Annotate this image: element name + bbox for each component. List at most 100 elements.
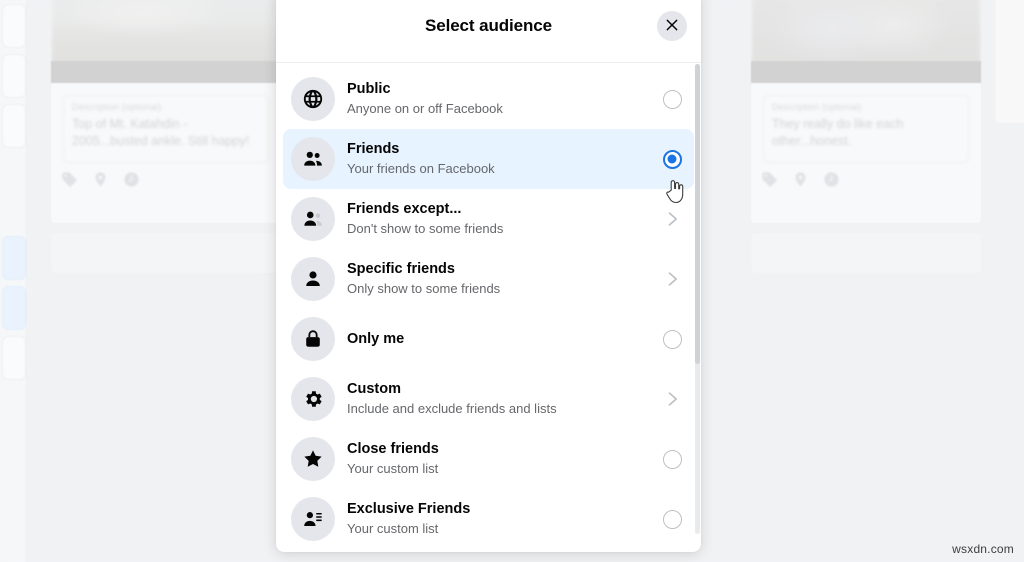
audience-option-public[interactable]: Public Anyone on or off Facebook — [283, 69, 694, 129]
photo-footer-bar — [751, 61, 981, 83]
option-control[interactable] — [658, 209, 686, 229]
option-subtitle: Anyone on or off Facebook — [347, 101, 503, 116]
audience-option-friends-except[interactable]: Friends except... Don't show to some fri… — [283, 189, 694, 249]
option-title: Close friends — [347, 441, 439, 457]
rail-item-1 — [2, 4, 26, 48]
photo-footer-bar — [51, 61, 281, 83]
rail-item-4 — [2, 236, 26, 280]
scrollbar-thumb[interactable] — [695, 64, 700, 364]
clock-icon — [123, 171, 140, 188]
globe-icon — [302, 88, 324, 110]
rail-item-6 — [2, 336, 26, 380]
page-title: Select audience — [424, 16, 552, 35]
option-subtitle: Your custom list — [347, 521, 439, 536]
audience-options-list[interactable]: Public Anyone on or off Facebook Friends… — [276, 63, 701, 552]
lock-icon — [302, 328, 324, 350]
dialog-scrollbar[interactable] — [695, 64, 700, 534]
description-box: Description (optional) Top of Mt. Katahd… — [63, 95, 269, 163]
background-card-left: Description (optional) Top of Mt. Katahd… — [50, 0, 282, 224]
description-text: Top of Mt. Katahdin - 2005...busted ankl… — [72, 117, 250, 148]
option-icon-wrap — [291, 77, 335, 121]
option-control[interactable] — [658, 509, 686, 529]
card-icon-row — [761, 171, 840, 188]
close-button[interactable] — [657, 11, 687, 41]
option-text: Close friends Your custom list — [347, 440, 658, 478]
audience-option-custom[interactable]: Custom Include and exclude friends and l… — [283, 369, 694, 429]
tag-icon — [61, 171, 78, 188]
chevron-right-icon — [662, 389, 682, 409]
person-minus-icon — [302, 208, 324, 230]
audience-option-exclusive-friends[interactable]: Exclusive Friends Your custom list — [283, 489, 694, 549]
location-pin-icon — [92, 171, 109, 188]
option-text: Custom Include and exclude friends and l… — [347, 380, 658, 418]
background-card-far-right — [994, 0, 1024, 124]
person-list-icon — [302, 508, 324, 530]
option-control[interactable] — [658, 89, 686, 109]
background-left-rail — [0, 0, 27, 562]
clock-icon — [823, 171, 840, 188]
option-title: Exclusive Friends — [347, 501, 471, 517]
card-icon-row — [61, 171, 140, 188]
audience-option-specific-friends[interactable]: Specific friends Only show to some frien… — [283, 249, 694, 309]
option-icon-wrap — [291, 317, 335, 361]
option-title: Specific friends — [347, 261, 455, 277]
option-title: Friends — [347, 141, 400, 157]
radio-public[interactable] — [662, 89, 682, 109]
option-subtitle: Don't show to some friends — [347, 221, 504, 236]
option-icon-wrap — [291, 257, 335, 301]
option-text: Friends except... Don't show to some fri… — [347, 200, 658, 238]
option-icon-wrap — [291, 197, 335, 241]
option-icon-wrap — [291, 137, 335, 181]
dialog-header: Select audience — [276, 0, 701, 63]
option-subtitle: Your custom list — [347, 461, 439, 476]
audience-option-only-me[interactable]: Only me — [283, 309, 694, 369]
watermark: wsxdn.com — [952, 542, 1014, 556]
option-text: Friends Your friends on Facebook — [347, 140, 658, 178]
chevron-right-icon — [662, 269, 682, 289]
background-panel-lower-right — [750, 232, 982, 274]
option-icon-wrap — [291, 497, 335, 541]
radio-exclusive-friends[interactable] — [662, 509, 682, 529]
audience-option-close-friends[interactable]: Close friends Your custom list — [283, 429, 694, 489]
option-control[interactable] — [658, 389, 686, 409]
option-text: Specific friends Only show to some frien… — [347, 260, 658, 298]
option-control[interactable] — [658, 449, 686, 469]
star-icon — [302, 448, 324, 470]
background-card-right: Description (optional) They really do li… — [750, 0, 982, 224]
option-title: Friends except... — [347, 201, 462, 217]
background-panel-lower-left — [50, 232, 282, 274]
rail-item-3 — [2, 104, 26, 148]
option-subtitle: Only show to some friends — [347, 281, 501, 296]
person-icon — [302, 268, 324, 290]
option-title: Only me — [347, 330, 405, 347]
card-photo-left — [51, 0, 281, 83]
option-text: Exclusive Friends Your custom list — [347, 500, 658, 538]
audience-option-friends[interactable]: Friends Your friends on Facebook — [283, 129, 694, 189]
two-people-icon — [302, 148, 324, 170]
radio-friends[interactable] — [662, 149, 682, 169]
select-audience-dialog: Select audience Public Anyone on or off … — [276, 0, 701, 552]
description-text: They really do like each other...honest. — [772, 117, 904, 148]
option-icon-wrap — [291, 437, 335, 481]
option-icon-wrap — [291, 377, 335, 421]
radio-close-friends[interactable] — [662, 449, 682, 469]
option-subtitle: Your friends on Facebook — [347, 161, 495, 176]
close-icon — [664, 17, 680, 36]
rail-item-2 — [2, 54, 26, 98]
gear-icon — [302, 388, 324, 410]
description-box: Description (optional) They really do li… — [763, 95, 969, 163]
option-control[interactable] — [658, 329, 686, 349]
radio-only-me[interactable] — [662, 329, 682, 349]
location-pin-icon — [792, 171, 809, 188]
chevron-right-icon — [662, 209, 682, 229]
option-subtitle: Include and exclude friends and lists — [347, 401, 557, 416]
description-label: Description (optional) — [772, 102, 862, 112]
option-title: Public — [347, 81, 391, 97]
description-label: Description (optional) — [72, 102, 162, 112]
option-text: Public Anyone on or off Facebook — [347, 80, 658, 118]
option-control[interactable] — [658, 149, 686, 169]
option-title: Custom — [347, 381, 401, 397]
option-control[interactable] — [658, 269, 686, 289]
option-text: Only me — [347, 330, 658, 349]
rail-item-5 — [2, 286, 26, 330]
